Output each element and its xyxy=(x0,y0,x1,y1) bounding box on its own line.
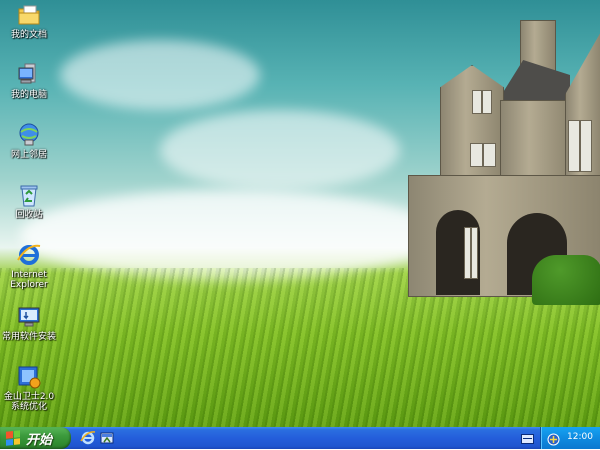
desktop-icon-label: 我的文档 xyxy=(10,30,47,40)
desktop-icon-security-suite[interactable]: 金山卫士2.0 系统优化 xyxy=(0,364,64,412)
desktop-icon-label: 回收站 xyxy=(15,210,43,220)
my-documents-folder-icon xyxy=(16,2,42,28)
software-install-icon xyxy=(16,304,42,330)
quicklaunch-show-desktop-icon[interactable] xyxy=(99,430,115,446)
windows-logo-icon xyxy=(6,430,20,446)
start-button-label: 开始 xyxy=(26,432,53,448)
my-computer-icon xyxy=(16,62,42,88)
desktop-icon-label: 网上邻居 xyxy=(10,150,47,160)
wallpaper-hedge xyxy=(532,255,600,305)
tray-clock[interactable]: 12:00 xyxy=(567,432,593,442)
security-suite-icon xyxy=(16,364,42,390)
recycle-bin-icon xyxy=(16,182,42,208)
desktop-icon-my-computer[interactable]: 我的电脑 xyxy=(0,62,64,100)
start-button[interactable]: 开始 xyxy=(0,427,71,449)
input-method-keyboard-icon[interactable] xyxy=(521,434,534,444)
desktop-icon-label: 金山卫士2.0 系统优化 xyxy=(3,392,55,412)
desktop-icon-software-install[interactable]: 常用软件安装 xyxy=(0,304,64,342)
wallpaper-cloud xyxy=(160,110,400,190)
desktop-icon-recycle-bin[interactable]: 回收站 xyxy=(0,182,64,220)
desktop-icon-internet-explorer[interactable]: Internet Explorer xyxy=(0,242,64,290)
wallpaper-cloud xyxy=(60,40,260,110)
network-places-icon xyxy=(16,122,42,148)
wallpaper-cloud xyxy=(20,190,440,280)
desktop-wallpaper[interactable]: 我的文档 我的电脑 网上邻居 回收站 Internet Explorer 常用软… xyxy=(0,0,600,427)
desktop-icon-label: Internet Explorer xyxy=(10,270,48,290)
desktop-icon-network-places[interactable]: 网上邻居 xyxy=(0,122,64,160)
desktop-icon-label: 我的电脑 xyxy=(10,90,47,100)
taskbar: 开始 12:00 xyxy=(0,427,600,449)
internet-explorer-icon xyxy=(16,242,42,268)
desktop-icon-label: 常用软件安装 xyxy=(1,332,56,342)
desktop-icon-my-documents[interactable]: 我的文档 xyxy=(0,2,64,40)
quicklaunch-internet-explorer-icon[interactable] xyxy=(80,430,96,446)
tray-security-shield-icon[interactable] xyxy=(547,431,560,446)
